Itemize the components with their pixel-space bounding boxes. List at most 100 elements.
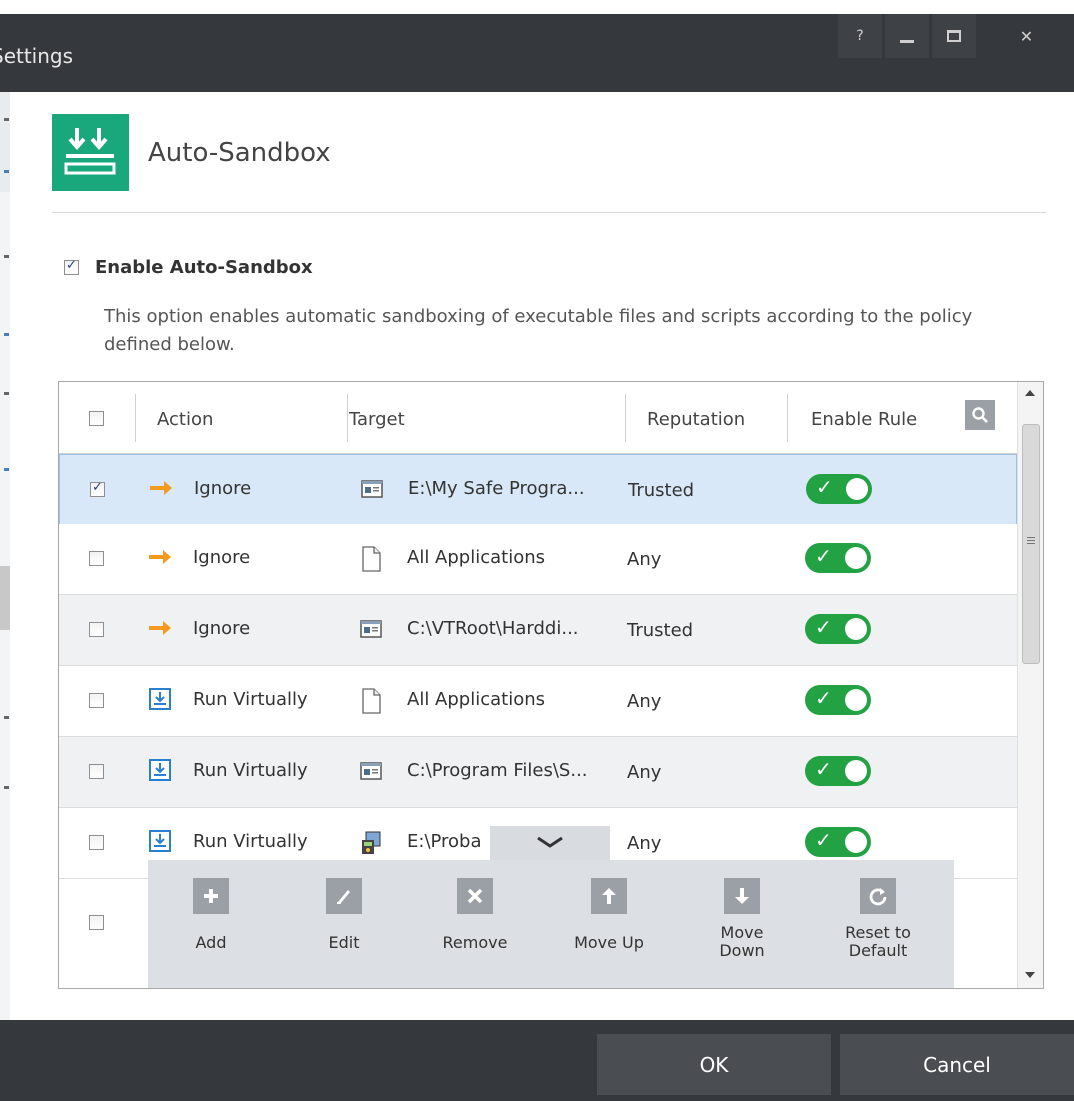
table-scrollbar[interactable] (1017, 382, 1043, 988)
search-button[interactable] (965, 400, 995, 430)
table-header: Action Target Reputation Enable Rule (59, 382, 1017, 454)
enable-auto-sandbox-label[interactable]: Enable Auto-Sandbox (95, 257, 313, 278)
sidebar-item-marker[interactable] (4, 468, 9, 471)
sandbox-download-icon (147, 686, 173, 712)
column-header-action[interactable]: Action (157, 409, 213, 430)
add-label: Add (195, 933, 227, 952)
column-header-enable-rule[interactable]: Enable Rule (811, 409, 917, 430)
sidebar-item-marker[interactable] (4, 716, 9, 719)
sidebar-panel (0, 92, 10, 192)
reset-icon (860, 878, 896, 914)
row-target: C:\VTRoot\Harddi... (407, 618, 579, 639)
settings-window: Settings ? ✕ Auto-Sandbox Enable Auto-Sa… (0, 0, 1074, 1101)
move-down-button[interactable]: Move Down (687, 878, 797, 960)
toggle-knob (845, 618, 867, 640)
row-target: E:\Proba (407, 831, 482, 852)
row-action: Ignore (193, 618, 251, 639)
row-reputation: Any (627, 549, 662, 570)
toggle-knob (845, 547, 867, 569)
select-all-checkbox[interactable] (89, 411, 104, 426)
program-window-icon (360, 477, 384, 501)
scroll-up-icon[interactable] (1025, 390, 1035, 396)
row-reputation: Trusted (628, 480, 695, 501)
page-title: Auto-Sandbox (148, 138, 331, 168)
enable-description: This option enables automatic sandboxing… (104, 306, 973, 355)
column-header-target[interactable]: Target (349, 409, 405, 430)
arrow-down-icon (724, 878, 760, 914)
row-target: All Applications (407, 689, 545, 710)
installer-icon (359, 830, 383, 854)
close-icon: ✕ (1019, 26, 1034, 46)
sidebar-item-marker[interactable] (4, 118, 9, 121)
scroll-thumb[interactable] (1022, 424, 1040, 664)
reset-to-default-button[interactable]: Reset to Default (823, 878, 933, 960)
chevron-down-icon (537, 836, 563, 848)
row-reputation: Any (627, 691, 662, 712)
maximize-button[interactable] (932, 14, 976, 58)
enable-rule-toggle[interactable]: ✓ (805, 827, 871, 857)
enable-auto-sandbox-checkbox[interactable] (64, 258, 79, 275)
ok-button[interactable]: OK (597, 1034, 831, 1095)
minimize-button[interactable] (885, 14, 929, 58)
row-reputation: Trusted (627, 620, 694, 641)
move-down-label: Move Down (687, 924, 797, 960)
column-divider (625, 394, 626, 442)
scroll-down-icon[interactable] (1025, 972, 1035, 978)
toolbar-collapse-tab[interactable] (490, 826, 610, 860)
table-row[interactable]: Ignore E:\My Safe Progra... Trusted ✓ (59, 454, 1017, 525)
enable-rule-toggle[interactable]: ✓ (806, 474, 872, 504)
program-window-icon (359, 759, 383, 783)
cancel-button[interactable]: Cancel (840, 1034, 1074, 1095)
sidebar-item-marker[interactable] (4, 255, 9, 258)
dialog-footer: OK Cancel (0, 1020, 1074, 1101)
enable-rule-toggle[interactable]: ✓ (805, 685, 871, 715)
sidebar-item-marker[interactable] (4, 786, 9, 789)
sidebar-item-marker[interactable] (4, 170, 9, 173)
add-button[interactable]: Add (156, 878, 266, 952)
toggle-knob (845, 760, 867, 782)
row-checkbox[interactable] (89, 835, 104, 850)
row-checkbox[interactable] (89, 693, 104, 708)
arrow-right-icon (147, 544, 173, 570)
row-checkbox[interactable] (89, 551, 104, 566)
row-target: E:\My Safe Progra... (408, 478, 585, 499)
sidebar-scrollbar[interactable] (0, 566, 10, 630)
remove-button[interactable]: Remove (420, 878, 530, 952)
plus-icon (193, 878, 229, 914)
row-action: Ignore (193, 547, 251, 568)
column-divider (787, 394, 788, 442)
move-up-label: Move Up (574, 933, 644, 952)
close-button[interactable]: ✕ (979, 14, 1074, 58)
toggle-knob (846, 478, 868, 500)
row-checkbox[interactable] (89, 622, 104, 637)
reset-label-line1: Reset to (845, 923, 911, 942)
row-reputation: Any (627, 833, 662, 854)
column-header-reputation[interactable]: Reputation (647, 409, 745, 430)
move-up-button[interactable]: Move Up (554, 878, 664, 952)
row-checkbox[interactable] (89, 915, 104, 930)
enable-rule-toggle[interactable]: ✓ (805, 756, 871, 786)
blank-file-icon (359, 688, 383, 714)
enable-rule-toggle[interactable]: ✓ (805, 543, 871, 573)
check-icon: ✓ (815, 828, 832, 852)
move-down-label-line1: Move (720, 923, 764, 942)
help-button[interactable]: ? (838, 14, 882, 58)
table-row[interactable]: Run Virtually All Applications Any ✓ (59, 666, 1017, 737)
row-action: Run Virtually (193, 689, 308, 710)
table-row[interactable]: Run Virtually C:\Program Files\S... Any ✓ (59, 737, 1017, 808)
toggle-knob (845, 831, 867, 853)
sidebar-item-marker[interactable] (4, 333, 9, 336)
edit-button[interactable]: Edit (289, 878, 399, 952)
window-title: Settings (0, 44, 74, 68)
column-divider (135, 394, 136, 442)
table-row[interactable]: Ignore C:\VTRoot\Harddi... Trusted ✓ (59, 595, 1017, 666)
sandbox-download-icon (147, 757, 173, 783)
arrow-right-icon (148, 475, 174, 501)
enable-rule-toggle[interactable]: ✓ (805, 614, 871, 644)
row-checkbox[interactable] (89, 764, 104, 779)
help-icon: ? (856, 28, 864, 44)
check-icon: ✓ (815, 544, 832, 568)
sidebar-item-marker[interactable] (4, 392, 9, 395)
table-row[interactable]: Ignore All Applications Any ✓ (59, 524, 1017, 595)
row-checkbox[interactable] (90, 480, 105, 497)
